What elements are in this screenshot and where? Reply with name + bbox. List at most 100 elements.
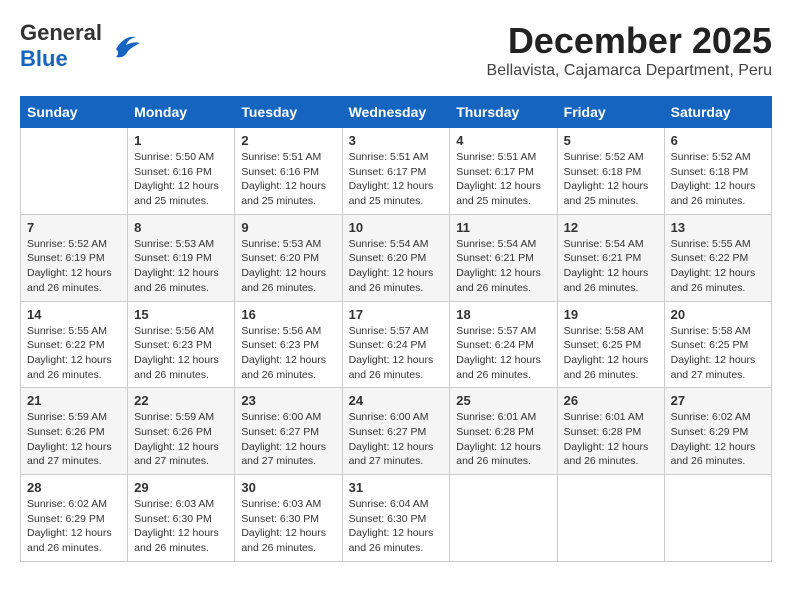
calendar-cell: 19 Sunrise: 5:58 AM Sunset: 6:25 PM Dayli… [557,301,664,388]
calendar-cell: 13 Sunrise: 5:55 AM Sunset: 6:22 PM Dayli… [664,214,771,301]
logo-general: General [20,20,102,45]
day-info: Sunrise: 5:57 AM Sunset: 6:24 PM Dayligh… [456,324,550,383]
day-number: 10 [349,220,444,235]
calendar-cell: 14 Sunrise: 5:55 AM Sunset: 6:22 PM Dayli… [21,301,128,388]
day-info: Sunrise: 6:03 AM Sunset: 6:30 PM Dayligh… [134,497,228,556]
day-number: 3 [349,133,444,148]
weekday-header-tuesday: Tuesday [235,97,342,128]
logo-bird-icon [106,31,142,61]
day-info: Sunrise: 5:55 AM Sunset: 6:22 PM Dayligh… [671,237,765,296]
calendar-cell: 17Sunrise: 5:57 AM Sunset: 6:24 PM Dayli… [342,301,450,388]
calendar-cell: 23 Sunrise: 6:00 AM Sunset: 6:27 PM Dayli… [235,388,342,475]
day-info: Sunrise: 5:55 AM Sunset: 6:22 PM Dayligh… [27,324,121,383]
day-number: 25 [456,393,550,408]
calendar-cell: 27 Sunrise: 6:02 AM Sunset: 6:29 PM Dayli… [664,388,771,475]
calendar-cell: 1Sunrise: 5:50 AM Sunset: 6:16 PM Daylig… [128,128,235,215]
day-info: Sunrise: 5:52 AM Sunset: 6:18 PM Dayligh… [564,150,658,209]
subtitle: Bellavista, Cajamarca Department, Peru [487,62,772,80]
title-section: December 2025 Bellavista, Cajamarca Depa… [487,20,772,80]
calendar-cell: 7Sunrise: 5:52 AM Sunset: 6:19 PM Daylig… [21,214,128,301]
day-info: Sunrise: 6:04 AM Sunset: 6:30 PM Dayligh… [349,497,444,556]
day-number: 17 [349,307,444,322]
day-number: 12 [564,220,658,235]
calendar-cell: 20Sunrise: 5:58 AM Sunset: 6:25 PM Dayli… [664,301,771,388]
day-number: 19 [564,307,658,322]
calendar-week-5: 28 Sunrise: 6:02 AM Sunset: 6:29 PM Dayli… [21,475,772,562]
calendar-cell: 31 Sunrise: 6:04 AM Sunset: 6:30 PM Dayli… [342,475,450,562]
calendar-header-row: SundayMondayTuesdayWednesdayThursdayFrid… [21,97,772,128]
day-info: Sunrise: 5:51 AM Sunset: 6:16 PM Dayligh… [241,150,335,209]
calendar-cell: 11 Sunrise: 5:54 AM Sunset: 6:21 PM Dayli… [450,214,557,301]
day-number: 2 [241,133,335,148]
logo: General Blue [20,20,142,72]
day-number: 29 [134,480,228,495]
day-info: Sunrise: 5:54 AM Sunset: 6:21 PM Dayligh… [456,237,550,296]
calendar-cell: 28 Sunrise: 6:02 AM Sunset: 6:29 PM Dayli… [21,475,128,562]
calendar-cell: 10Sunrise: 5:54 AM Sunset: 6:20 PM Dayli… [342,214,450,301]
day-info: Sunrise: 6:03 AM Sunset: 6:30 PM Dayligh… [241,497,335,556]
calendar-cell: 29 Sunrise: 6:03 AM Sunset: 6:30 PM Dayli… [128,475,235,562]
day-info: Sunrise: 5:53 AM Sunset: 6:19 PM Dayligh… [134,237,228,296]
calendar-cell: 2 Sunrise: 5:51 AM Sunset: 6:16 PM Daylig… [235,128,342,215]
day-number: 23 [241,393,335,408]
day-number: 31 [349,480,444,495]
calendar-cell: 9 Sunrise: 5:53 AM Sunset: 6:20 PM Daylig… [235,214,342,301]
day-number: 22 [134,393,228,408]
day-number: 27 [671,393,765,408]
calendar-cell: 21 Sunrise: 5:59 AM Sunset: 6:26 PM Dayli… [21,388,128,475]
day-number: 11 [456,220,550,235]
weekday-header-monday: Monday [128,97,235,128]
weekday-header-friday: Friday [557,97,664,128]
calendar-cell: 30 Sunrise: 6:03 AM Sunset: 6:30 PM Dayli… [235,475,342,562]
day-info: Sunrise: 5:51 AM Sunset: 6:17 PM Dayligh… [456,150,550,209]
page-header: General Blue December 2025 Bellavista, C… [20,20,772,80]
day-number: 8 [134,220,228,235]
calendar-cell [21,128,128,215]
calendar-cell: 25 Sunrise: 6:01 AM Sunset: 6:28 PM Dayli… [450,388,557,475]
calendar-table: SundayMondayTuesdayWednesdayThursdayFrid… [20,96,772,562]
day-info: Sunrise: 5:52 AM Sunset: 6:19 PM Dayligh… [27,237,121,296]
day-number: 26 [564,393,658,408]
day-info: Sunrise: 5:56 AM Sunset: 6:23 PM Dayligh… [241,324,335,383]
calendar-cell: 5 Sunrise: 5:52 AM Sunset: 6:18 PM Daylig… [557,128,664,215]
logo-blue: Blue [20,46,68,71]
calendar-cell: 24 Sunrise: 6:00 AM Sunset: 6:27 PM Dayli… [342,388,450,475]
day-number: 1 [134,133,228,148]
day-number: 14 [27,307,121,322]
day-number: 28 [27,480,121,495]
day-info: Sunrise: 6:01 AM Sunset: 6:28 PM Dayligh… [456,410,550,469]
day-info: Sunrise: 6:02 AM Sunset: 6:29 PM Dayligh… [27,497,121,556]
calendar-cell: 8 Sunrise: 5:53 AM Sunset: 6:19 PM Daylig… [128,214,235,301]
day-info: Sunrise: 5:54 AM Sunset: 6:21 PM Dayligh… [564,237,658,296]
month-title: December 2025 [487,20,772,62]
day-number: 20 [671,307,765,322]
weekday-header-thursday: Thursday [450,97,557,128]
day-number: 5 [564,133,658,148]
day-number: 30 [241,480,335,495]
day-info: Sunrise: 6:00 AM Sunset: 6:27 PM Dayligh… [241,410,335,469]
day-info: Sunrise: 5:56 AM Sunset: 6:23 PM Dayligh… [134,324,228,383]
calendar-week-4: 21 Sunrise: 5:59 AM Sunset: 6:26 PM Dayli… [21,388,772,475]
day-number: 13 [671,220,765,235]
day-info: Sunrise: 6:02 AM Sunset: 6:29 PM Dayligh… [671,410,765,469]
day-info: Sunrise: 6:01 AM Sunset: 6:28 PM Dayligh… [564,410,658,469]
day-number: 21 [27,393,121,408]
day-info: Sunrise: 6:00 AM Sunset: 6:27 PM Dayligh… [349,410,444,469]
calendar-cell: 16Sunrise: 5:56 AM Sunset: 6:23 PM Dayli… [235,301,342,388]
day-info: Sunrise: 5:59 AM Sunset: 6:26 PM Dayligh… [27,410,121,469]
weekday-header-wednesday: Wednesday [342,97,450,128]
day-info: Sunrise: 5:52 AM Sunset: 6:18 PM Dayligh… [671,150,765,209]
day-number: 24 [349,393,444,408]
weekday-header-sunday: Sunday [21,97,128,128]
day-info: Sunrise: 5:59 AM Sunset: 6:26 PM Dayligh… [134,410,228,469]
day-number: 6 [671,133,765,148]
calendar-cell [557,475,664,562]
calendar-cell [664,475,771,562]
day-info: Sunrise: 5:58 AM Sunset: 6:25 PM Dayligh… [564,324,658,383]
calendar-cell: 15Sunrise: 5:56 AM Sunset: 6:23 PM Dayli… [128,301,235,388]
day-info: Sunrise: 5:53 AM Sunset: 6:20 PM Dayligh… [241,237,335,296]
calendar-cell: 22 Sunrise: 5:59 AM Sunset: 6:26 PM Dayli… [128,388,235,475]
weekday-header-saturday: Saturday [664,97,771,128]
calendar-cell: 3Sunrise: 5:51 AM Sunset: 6:17 PM Daylig… [342,128,450,215]
day-number: 9 [241,220,335,235]
